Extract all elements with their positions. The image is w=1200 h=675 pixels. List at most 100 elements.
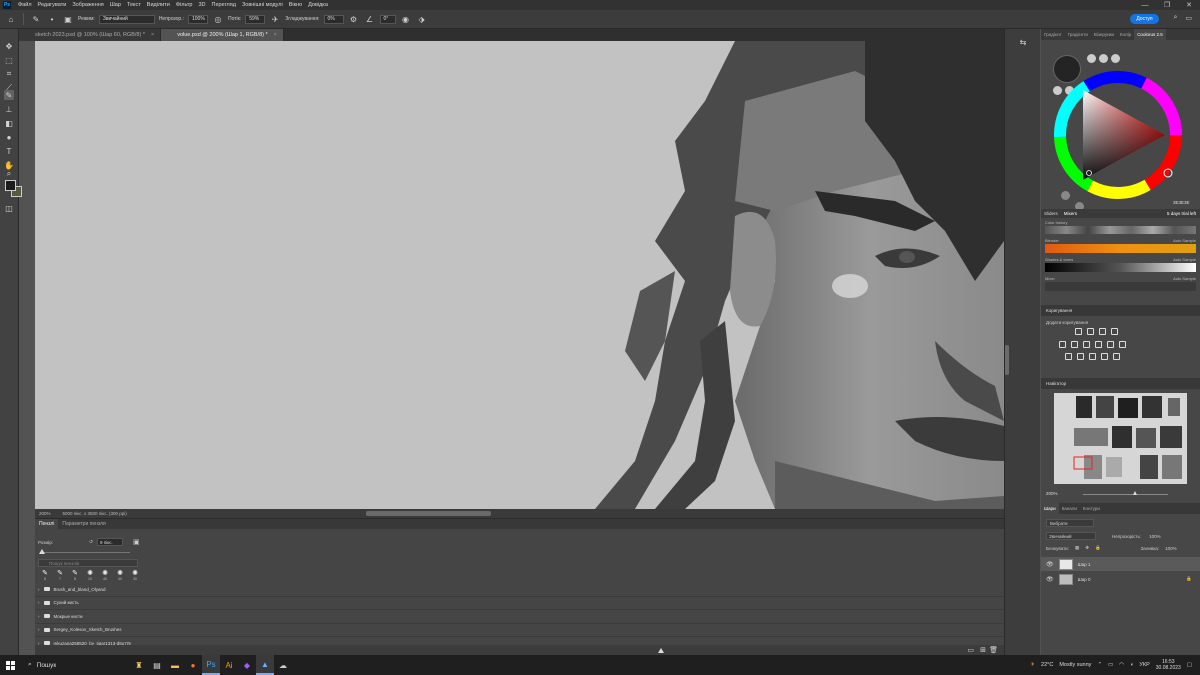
brush-size-picker-icon[interactable]: • xyxy=(46,13,58,25)
canvas[interactable] xyxy=(35,41,1004,509)
horizontal-scrollbar[interactable] xyxy=(366,511,491,516)
dodge-tool-icon[interactable]: ● xyxy=(4,132,14,142)
preview-size-slider-knob[interactable] xyxy=(658,648,664,653)
hex-value[interactable]: 3E3E3E xyxy=(1173,200,1190,205)
move-tool-icon[interactable]: ✥ xyxy=(4,41,14,51)
smoothing-field[interactable]: 0% xyxy=(323,14,344,24)
navigator-zoom-knob[interactable] xyxy=(1133,491,1137,495)
menu-window[interactable]: Вікно xyxy=(286,2,305,8)
size-field[interactable]: 9 пікс. xyxy=(96,538,123,546)
photo-filter-icon[interactable] xyxy=(1107,341,1114,348)
size-slider-track[interactable] xyxy=(40,552,130,553)
brush-folder[interactable]: › Sergey_Kolesov_Sketch_Brushes xyxy=(35,624,1004,637)
angle-field[interactable]: 0° xyxy=(379,14,396,24)
tab-paths[interactable]: Контури xyxy=(1080,506,1103,511)
brush-folder[interactable]: › Мокрые кисти xyxy=(35,610,1004,624)
new-group-icon[interactable]: ▭ xyxy=(967,646,974,654)
taskbar-search[interactable]: ⌕ Пошук xyxy=(20,655,130,675)
lock-all-icon[interactable]: 🔒 xyxy=(1095,545,1101,551)
mixer-strip[interactable]: Mixer Auto Sample xyxy=(1045,276,1196,291)
fill-field[interactable]: 100% xyxy=(1165,546,1177,551)
menu-select[interactable]: Виділити xyxy=(144,2,173,8)
blender-strip[interactable]: Blender Auto Sample xyxy=(1045,238,1196,253)
clock[interactable]: 16:53 30.08.2023 xyxy=(1156,659,1181,671)
lock-pixels-icon[interactable]: ▦ xyxy=(1075,545,1079,551)
swatch-slot[interactable] xyxy=(1111,54,1120,63)
airbrush-icon[interactable]: ✈ xyxy=(269,13,281,25)
language-indicator[interactable]: УКР xyxy=(1139,662,1149,668)
tab-volue[interactable]: volue.psd @ 200% (Шар 1, RGB/8) * × xyxy=(161,29,284,41)
menu-3d[interactable]: 3D xyxy=(195,2,208,8)
posterize-icon[interactable] xyxy=(1077,353,1084,360)
weather-text[interactable]: Mostly sunny xyxy=(1059,662,1091,668)
weather-temp[interactable]: 22°C xyxy=(1041,662,1053,668)
search-icon[interactable]: ⌕ xyxy=(1173,14,1177,22)
exposure-icon[interactable] xyxy=(1111,328,1118,335)
recent-brush[interactable]: ✎ 8 xyxy=(40,569,50,581)
task-view-icon[interactable]: ▤ xyxy=(148,655,166,675)
quick-mask-icon[interactable]: ◫ xyxy=(4,203,14,213)
photoshop-taskbar-icon[interactable]: Ps xyxy=(202,655,220,675)
menu-edit[interactable]: Редагувати xyxy=(35,2,70,8)
eye-icon[interactable]: 👁 xyxy=(1046,561,1054,568)
tab-color[interactable]: Колір xyxy=(1117,32,1134,37)
tab-gradients[interactable]: Градієнти xyxy=(1065,32,1091,37)
channel-mixer-icon[interactable] xyxy=(1119,341,1126,348)
tab-channels[interactable]: Канали xyxy=(1059,506,1080,511)
eraser-tool-icon[interactable]: ◧ xyxy=(4,118,14,128)
tab-coolorus[interactable]: Coolorus 2.5 xyxy=(1134,29,1166,40)
navigator-zoom-slider[interactable] xyxy=(1083,494,1168,495)
swatch-slot[interactable] xyxy=(1099,54,1108,63)
menu-help[interactable]: Довідка xyxy=(305,2,331,8)
menu-file[interactable]: Файл xyxy=(15,2,35,8)
tab-layers[interactable]: Шари xyxy=(1041,503,1059,514)
foreground-color-swatch[interactable] xyxy=(5,180,16,191)
lock-position-icon[interactable]: ✥ xyxy=(1085,545,1089,551)
color-history-strip[interactable]: Color history xyxy=(1045,220,1196,234)
file-explorer-icon[interactable]: ▬ xyxy=(166,655,184,675)
brush-tool-icon[interactable]: ✎ xyxy=(4,90,14,100)
black-white-icon[interactable] xyxy=(1095,341,1102,348)
stamp-tool-icon[interactable]: ⊥ xyxy=(4,104,14,114)
menu-layer[interactable]: Шар xyxy=(107,2,124,8)
menu-filter[interactable]: Фільтр xyxy=(173,2,196,8)
layer-row-sel[interactable]: 👁 Шар 1 xyxy=(1041,557,1200,571)
zoom-readout[interactable]: 200% xyxy=(39,511,51,516)
vibrance-icon[interactable] xyxy=(1059,341,1066,348)
gradient-map-icon[interactable] xyxy=(1101,353,1108,360)
brush-search-input[interactable]: Пошук пензлів xyxy=(38,559,138,567)
tab-brush-settings[interactable]: Параметри пензля xyxy=(58,519,109,529)
pressure-size-icon[interactable]: ◉ xyxy=(400,13,412,25)
coolorus-color-wheel[interactable] xyxy=(1041,40,1200,211)
pressure-opacity-icon[interactable]: ◎ xyxy=(212,13,224,25)
notifications-icon[interactable]: ▢ xyxy=(1187,662,1192,668)
cloud-app-icon[interactable]: ☁ xyxy=(274,655,292,675)
volume-icon[interactable]: ◖ xyxy=(1130,662,1133,668)
menu-type[interactable]: Текст xyxy=(124,2,144,8)
network-icon[interactable]: ▭ xyxy=(1108,662,1113,668)
layer-filter-input[interactable]: Вибрати xyxy=(1046,519,1094,527)
selective-color-icon[interactable] xyxy=(1113,353,1120,360)
symmetry-icon[interactable]: ⬗ xyxy=(416,13,428,25)
type-tool-icon[interactable]: T xyxy=(4,146,14,156)
trash-icon[interactable]: 🗑 xyxy=(989,646,998,654)
wifi-icon[interactable]: ◠ xyxy=(1119,662,1124,668)
recent-brush[interactable]: ✺ 40 xyxy=(100,569,110,581)
app-icon[interactable]: ♜ xyxy=(130,655,148,675)
curves-icon[interactable] xyxy=(1099,328,1106,335)
layer-opacity-field[interactable]: 100% xyxy=(1149,534,1161,539)
start-button[interactable] xyxy=(0,655,20,675)
swatch-slot[interactable] xyxy=(1061,191,1070,200)
zoom-tool-icon[interactable]: ⌕ xyxy=(4,169,14,179)
new-brush-icon[interactable]: ⊞ xyxy=(980,646,986,654)
vertical-scrollbar[interactable] xyxy=(1005,345,1009,375)
tab-patterns[interactable]: Візерунки xyxy=(1091,32,1117,37)
share-button[interactable]: Доступ xyxy=(1130,14,1159,24)
threshold-icon[interactable] xyxy=(1089,353,1096,360)
color-balance-icon[interactable] xyxy=(1083,341,1090,348)
blend-mode-select[interactable]: Звичайний xyxy=(1046,532,1096,540)
recent-brush[interactable]: ✺ 10 xyxy=(85,569,95,581)
reset-icon[interactable]: ↺ xyxy=(89,539,93,545)
size-slider-knob[interactable] xyxy=(39,549,45,554)
layer-row[interactable]: 👁 Шар 0 🔒 xyxy=(1041,572,1200,586)
